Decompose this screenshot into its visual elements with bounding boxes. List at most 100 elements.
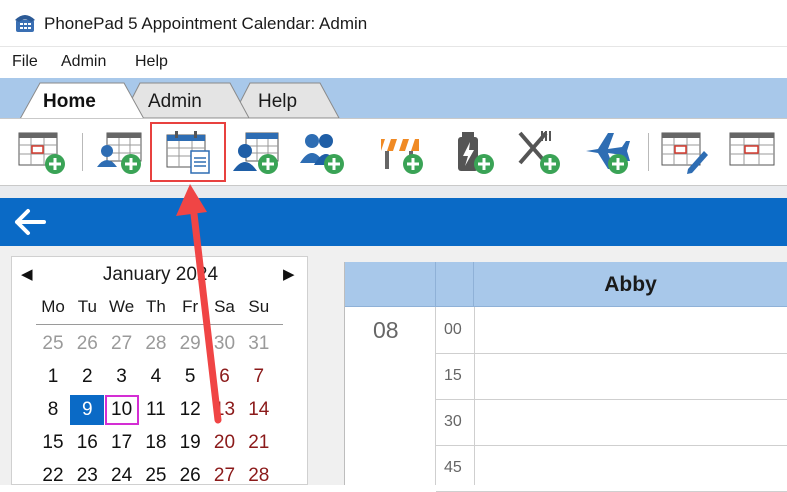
weekday-label: Sa (214, 297, 235, 316)
calendar-day[interactable]: 3 (105, 362, 139, 392)
calendar-day[interactable]: 22 (36, 461, 70, 491)
calendar-day[interactable]: 24 (105, 461, 139, 491)
calendar-day[interactable]: 1 (36, 362, 70, 392)
calendar-day[interactable]: 5 (173, 362, 207, 392)
new-appointment-button[interactable] (17, 129, 67, 175)
calendar-day[interactable]: 12 (173, 395, 207, 425)
staff-schedule-icon (97, 132, 142, 174)
toolbar (0, 118, 787, 186)
toolbar-separator (648, 133, 649, 171)
next-month-button[interactable]: ▶ (283, 265, 295, 283)
roadblock-icon (381, 139, 423, 174)
calendar-day[interactable]: 17 (105, 428, 139, 458)
menu-file[interactable]: File (12, 53, 38, 71)
staff-schedule-button[interactable] (95, 129, 145, 175)
tab-help-label: Help (258, 91, 298, 112)
navigation-bar (0, 198, 787, 246)
calendar-day[interactable]: 19 (173, 428, 207, 458)
menu-admin[interactable]: Admin (61, 53, 106, 71)
tab-home-label: Home (43, 91, 96, 112)
schedule-grid: Abby 08 00 15 30 45 (344, 262, 787, 492)
edit-calendar-button[interactable] (660, 129, 710, 175)
calendar-day[interactable]: 10 (104, 395, 139, 425)
calendar-day[interactable]: 27 (105, 329, 139, 359)
appointment-row-line (473, 399, 787, 400)
calendar-day[interactable]: 29 (173, 329, 207, 359)
add-group-icon (300, 134, 344, 174)
appointment-row-line (473, 353, 787, 354)
weekday-label: Mo (41, 297, 65, 316)
time-slot-label: 15 (444, 367, 462, 384)
time-slot[interactable]: 15 (436, 353, 474, 400)
meal-break-button[interactable] (516, 129, 566, 175)
travel-icon (586, 133, 630, 174)
meal-break-icon (518, 131, 560, 174)
calendar-day[interactable]: 28 (242, 461, 276, 491)
calendar-day[interactable]: 16 (70, 428, 104, 458)
header-divider (435, 262, 436, 306)
calendar-day[interactable]: 25 (139, 461, 173, 491)
edit-calendar-icon (661, 132, 708, 174)
calendar-day[interactable]: 31 (242, 329, 276, 359)
travel-button[interactable] (584, 129, 634, 175)
mini-calendar: ◀ January 2024 ▶ Mo Tu We Th Fr Sa Su 25 26 27 28… (11, 256, 308, 486)
time-slot-column: 00 15 30 45 (435, 307, 475, 492)
calendar-day[interactable]: 28 (139, 329, 173, 359)
divider-band (0, 186, 787, 198)
staff-calendar-button[interactable] (232, 129, 282, 175)
staff-name[interactable]: Abby (473, 273, 787, 297)
calendar-day[interactable]: 15 (36, 428, 70, 458)
calendar-day[interactable]: 2 (70, 362, 104, 392)
calendar-day[interactable]: 14 (242, 395, 276, 425)
window-title: PhonePad 5 Appointment Calendar: Admin (44, 14, 368, 33)
calendar-day[interactable]: 26 (70, 329, 104, 359)
weekday-label: Tu (77, 297, 97, 316)
time-slot-label: 30 (444, 413, 462, 430)
calendar-day[interactable]: 25 (36, 329, 70, 359)
time-slot-label: 00 (444, 321, 462, 338)
menu-help[interactable]: Help (135, 53, 168, 71)
schedule-header: Abby (345, 262, 787, 307)
back-arrow-icon[interactable] (14, 208, 46, 236)
roadblock-button[interactable] (377, 129, 427, 175)
toolbar-separator (82, 133, 83, 171)
hour-label: 08 (373, 317, 399, 343)
time-slot[interactable]: 30 (436, 399, 474, 446)
calendar-settings-icon (729, 132, 775, 166)
staff-calendar-icon (233, 132, 279, 174)
calendar-day[interactable]: 6 (208, 362, 242, 392)
phone-app-icon (15, 15, 35, 32)
tab-home[interactable]: Home (20, 82, 148, 119)
highlight-box (150, 122, 226, 182)
calendar-day[interactable]: 13 (208, 395, 242, 425)
weekday-label: Fr (182, 297, 199, 316)
calendar-day[interactable]: 30 (208, 329, 242, 359)
calendar-day[interactable]: 21 (242, 428, 276, 458)
weekday-label: We (108, 297, 135, 316)
calendar-day[interactable]: 20 (208, 428, 242, 458)
new-appointment-icon (18, 132, 65, 174)
add-group-button[interactable] (298, 129, 348, 175)
time-slot-label: 45 (444, 459, 462, 476)
weekday-divider (36, 324, 283, 325)
calendar-day[interactable]: 7 (242, 362, 276, 392)
calendar-day[interactable]: 18 (139, 428, 173, 458)
tab-admin-label: Admin (148, 91, 202, 112)
month-label: January 2024 (102, 264, 219, 285)
calendar-day[interactable]: 11 (139, 395, 173, 425)
battery-icon (458, 132, 494, 174)
weekday-label: Th (145, 297, 166, 316)
menu-bar: File Admin Help (0, 47, 787, 77)
calendar-day[interactable]: 23 (70, 461, 104, 491)
calendar-day[interactable]: 8 (36, 395, 70, 425)
calendar-day[interactable]: 27 (208, 461, 242, 491)
battery-button[interactable] (450, 129, 500, 175)
time-slot[interactable]: 00 (436, 307, 474, 354)
calendar-day[interactable]: 4 (139, 362, 173, 392)
appointment-row-line (473, 445, 787, 446)
weekday-label: Su (248, 297, 270, 316)
calendar-day[interactable]: 9 (70, 395, 105, 425)
title-bar: PhonePad 5 Appointment Calendar: Admin (0, 0, 787, 47)
calendar-settings-button[interactable] (728, 129, 778, 175)
calendar-day[interactable]: 26 (173, 461, 207, 491)
